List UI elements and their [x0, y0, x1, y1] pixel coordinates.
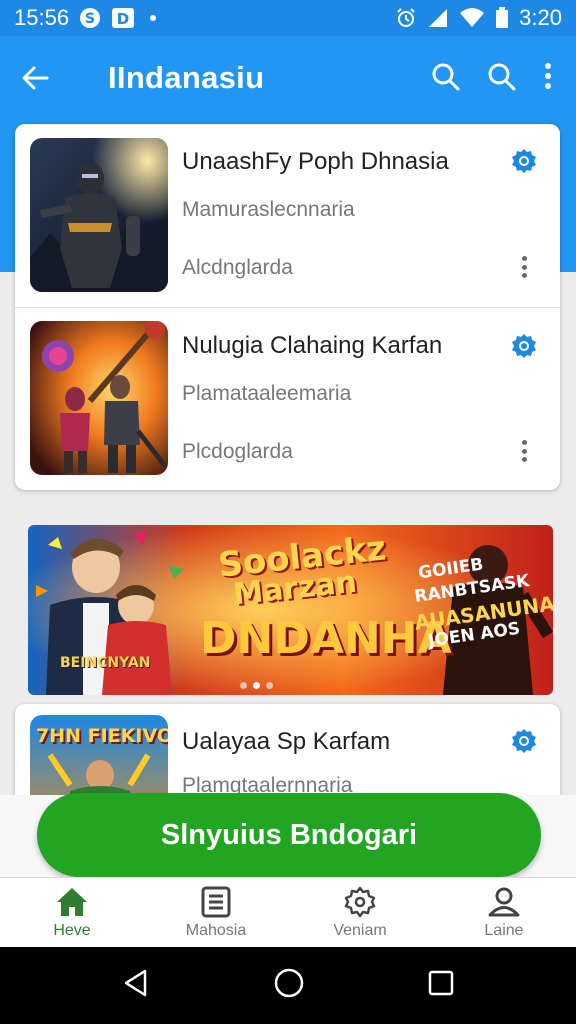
game-meta: Alcdnglarda	[182, 256, 293, 279]
alarm-icon	[395, 7, 417, 29]
back-triangle-icon	[124, 969, 147, 997]
promo-banner[interactable]: Soolackz Marzan DNDANHA GOIIEB RANBTSASK…	[28, 525, 553, 695]
item-more-button[interactable]	[515, 252, 533, 282]
system-home-button[interactable]	[273, 967, 305, 1004]
game-list-card-2: 7HN FIEKIVOY Ualayaa Sp Karfam Plamgtaal…	[15, 704, 560, 804]
thumb-title: 7HN FIEKIVOY	[36, 725, 168, 747]
overflow-menu-button[interactable]	[542, 61, 554, 96]
list-item[interactable]: UnaashFy Poph Dhnasia Mamuraslecnnaria A…	[15, 124, 560, 307]
list-icon	[201, 886, 231, 917]
nav-item-mahosia[interactable]: Mahosia	[144, 878, 288, 947]
status-time-left: 15:56	[14, 5, 70, 30]
notification-dot	[145, 7, 161, 29]
app-bar: IIndanasiu	[0, 36, 576, 120]
back-arrow-icon	[22, 66, 49, 90]
person-icon	[488, 887, 520, 916]
svg-text:S: S	[85, 11, 95, 27]
pagination-dot[interactable]	[240, 682, 247, 689]
game-title: UnaashFy Poph Dhnasia	[182, 148, 449, 175]
game-thumbnail	[30, 321, 168, 475]
system-navigation-bar	[0, 947, 576, 1024]
list-item[interactable]: 7HN FIEKIVOY Ualayaa Sp Karfam Plamgtaal…	[15, 704, 560, 804]
status-bar: 15:56 S D 3:20	[0, 0, 576, 36]
system-back-button[interactable]	[121, 968, 151, 1003]
app-icon-d: D	[111, 7, 135, 29]
search-button[interactable]	[430, 61, 460, 96]
more-vert-icon	[545, 62, 551, 89]
app-icon-s: S	[79, 7, 101, 29]
verified-badge-icon	[512, 334, 536, 358]
nav-label: Veniam	[333, 921, 387, 939]
recents-square-icon	[428, 970, 454, 996]
search-icon	[432, 63, 460, 90]
verified-badge-icon	[512, 149, 536, 173]
page-title: IIndanasiu	[108, 60, 265, 95]
banner-pagination	[240, 682, 273, 689]
signal-icon	[427, 7, 449, 29]
nav-item-veniam[interactable]: Veniam	[288, 878, 432, 947]
banner-tag: BEINCNYAN	[60, 655, 151, 671]
game-list-card: UnaashFy Poph Dhnasia Mamuraslecnnaria A…	[15, 124, 560, 490]
game-thumbnail	[30, 138, 168, 292]
search-button-secondary[interactable]	[486, 61, 516, 96]
game-thumbnail: 7HN FIEKIVOY	[30, 715, 168, 804]
nav-label: Heve	[53, 921, 91, 939]
game-title: Ualayaa Sp Karfam	[182, 728, 391, 755]
game-title: Nulugia Clahaing Karfan	[182, 332, 443, 359]
item-more-button[interactable]	[515, 436, 533, 466]
status-time-right: 3:20	[519, 5, 562, 30]
nav-label: Mahosia	[185, 921, 247, 939]
search-icon	[488, 63, 516, 90]
home-icon	[57, 887, 87, 916]
back-button[interactable]	[0, 36, 70, 120]
nav-item-home[interactable]: Heve	[0, 878, 144, 947]
game-subtitle: Plamataalеemaria	[182, 382, 352, 405]
verified-badge-icon	[512, 729, 536, 753]
wifi-icon	[459, 7, 485, 29]
svg-text:D: D	[117, 10, 129, 28]
game-subtitle: Mamuraslecnnaria	[182, 198, 355, 221]
pagination-dot-active[interactable]	[253, 682, 260, 689]
nav-label: Laine	[484, 921, 524, 939]
battery-icon	[495, 7, 509, 29]
bottom-navigation: Heve Mahosia Veniam Laine	[0, 877, 576, 947]
game-meta: Plcdoglarda	[182, 440, 293, 463]
nav-item-laine[interactable]: Laine	[432, 878, 576, 947]
system-recents-button[interactable]	[427, 969, 455, 1002]
primary-action-button[interactable]: Slnyuius Bndogari	[37, 793, 541, 877]
pagination-dot[interactable]	[266, 682, 273, 689]
gear-icon	[344, 886, 376, 917]
home-circle-icon	[274, 968, 304, 998]
list-item[interactable]: Nulugia Clahaing Karfan Plamataalеemaria…	[15, 307, 560, 490]
